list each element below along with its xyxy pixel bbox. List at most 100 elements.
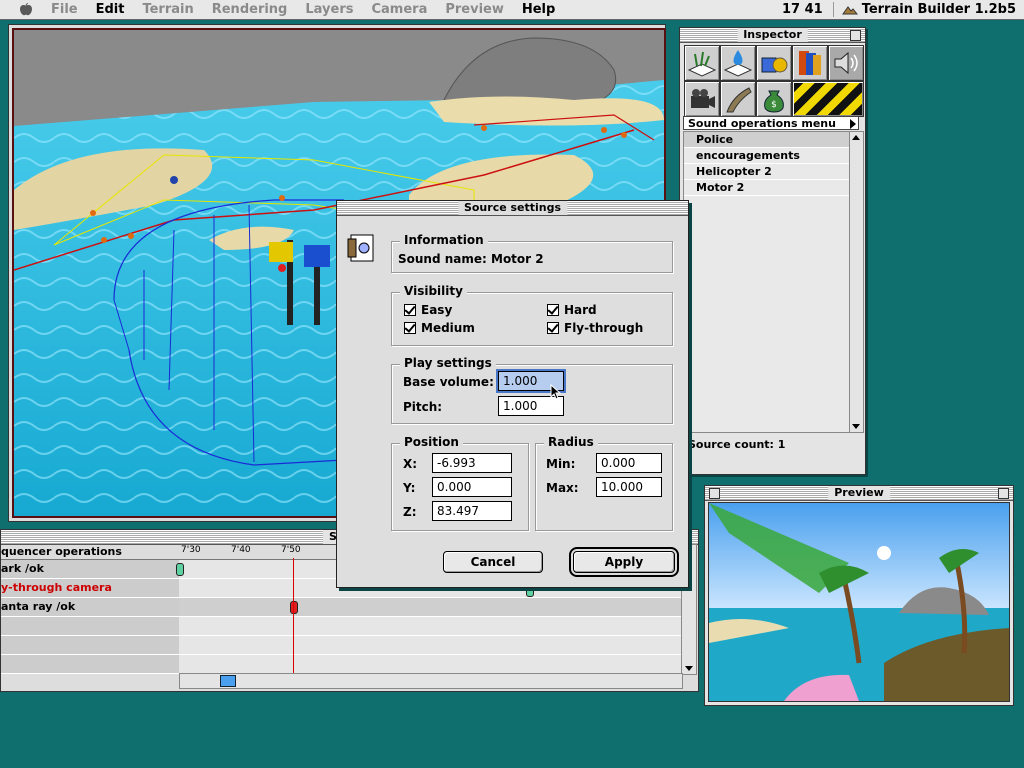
radius-max-input[interactable] xyxy=(596,477,662,497)
sequencer-horizontal-scrollbar[interactable] xyxy=(179,673,683,689)
menu-layers[interactable]: Layers xyxy=(296,2,362,17)
radius-min-input[interactable] xyxy=(596,453,662,473)
preview-zoom-box[interactable] xyxy=(998,488,1009,499)
sequencer-row-label: anta ray /ok xyxy=(1,598,179,616)
position-y-label: Y: xyxy=(403,481,416,495)
menu-file[interactable]: File xyxy=(42,2,87,17)
menu-camera[interactable]: Camera xyxy=(362,2,436,17)
radius-min-label: Min: xyxy=(546,457,576,471)
keyframe-marker[interactable] xyxy=(176,563,184,576)
menu-rendering[interactable]: Rendering xyxy=(203,2,297,17)
sequencer-row[interactable] xyxy=(1,617,681,636)
dialog-title: Source settings xyxy=(457,201,568,215)
sequencer-track[interactable] xyxy=(179,655,681,673)
sound-source-item[interactable]: Police xyxy=(684,132,849,148)
application-menu[interactable]: Terrain Builder 1.2b5 xyxy=(834,2,1024,17)
timeline-tick: 7'50 xyxy=(281,545,301,555)
preview-titlebar[interactable]: Preview xyxy=(705,486,1013,501)
timeline-tick: 7'30 xyxy=(181,545,201,555)
medium-checkbox[interactable]: Medium xyxy=(404,321,475,335)
sound-name-text: Sound name: Motor 2 xyxy=(398,252,544,266)
scroll-up-icon[interactable] xyxy=(852,135,860,140)
visibility-label: Visibility xyxy=(400,284,467,298)
sequencer-header: quencer operations xyxy=(1,544,179,560)
position-label: Position xyxy=(400,435,463,449)
source-settings-dialog: Source settings Information Sound name: … xyxy=(336,200,689,588)
position-group: Position X: Y: Z: xyxy=(391,435,529,531)
inspector-title: Inspector xyxy=(737,28,808,42)
sound-operations-menu[interactable]: Sound operations menu xyxy=(683,116,859,130)
playhead[interactable] xyxy=(293,558,294,686)
cancel-button[interactable]: Cancel xyxy=(443,551,543,573)
preview-close-box[interactable] xyxy=(709,488,720,499)
menu-terrain[interactable]: Terrain xyxy=(133,2,202,17)
easy-checkbox[interactable]: Easy xyxy=(404,303,452,317)
keyframe-marker[interactable] xyxy=(526,587,534,597)
sequencer-track[interactable] xyxy=(179,598,681,616)
menu-help[interactable]: Help xyxy=(513,2,564,17)
sequencer-row[interactable] xyxy=(1,655,681,674)
visibility-group: Visibility Easy Hard Medium Fly-through xyxy=(391,284,673,346)
hard-checkbox-label: Hard xyxy=(564,303,597,317)
sequencer-row[interactable] xyxy=(1,636,681,655)
position-y-input[interactable] xyxy=(432,477,512,497)
terrain-app-icon xyxy=(841,5,858,14)
position-x-input[interactable] xyxy=(432,453,512,473)
position-z-label: Z: xyxy=(403,505,417,519)
position-z-input[interactable] xyxy=(432,501,512,521)
sequencer-row-label: ark /ok xyxy=(1,560,179,578)
road-icon[interactable] xyxy=(720,81,756,117)
preview-scene xyxy=(709,503,1009,701)
preview-render[interactable] xyxy=(708,502,1010,702)
play-settings-label: Play settings xyxy=(400,356,496,370)
textures-icon[interactable] xyxy=(792,45,828,81)
scroll-down-icon[interactable] xyxy=(852,424,860,429)
menu-bar: File Edit Terrain Rendering Layers Camer… xyxy=(0,0,1024,20)
speaker-document-icon xyxy=(346,231,380,265)
inspector-titlebar[interactable]: Inspector xyxy=(680,28,865,43)
sequencer-row[interactable]: anta ray /ok xyxy=(1,598,681,617)
position-x-label: X: xyxy=(403,457,418,471)
menu-edit[interactable]: Edit xyxy=(87,2,134,17)
menu-clock[interactable]: 17 41 xyxy=(772,2,834,17)
sound-icon[interactable] xyxy=(828,45,864,81)
sequencer-track[interactable] xyxy=(179,636,681,654)
timeline-tick: 7'40 xyxy=(231,545,251,555)
water-drop-icon[interactable] xyxy=(720,45,756,81)
sound-operations-menu-label: Sound operations menu xyxy=(688,117,836,130)
sound-source-item[interactable]: Motor 2 xyxy=(684,180,849,196)
preview-window: Preview xyxy=(704,485,1014,706)
keyframe-marker[interactable] xyxy=(290,601,298,614)
dialog-titlebar[interactable]: Source settings xyxy=(337,201,688,216)
easy-checkbox-label: Easy xyxy=(421,303,453,317)
hard-checkbox[interactable]: Hard xyxy=(547,303,597,317)
sound-source-item[interactable]: Helicopter 2 xyxy=(684,164,849,180)
scroll-thumb[interactable] xyxy=(220,675,236,687)
scroll-down-icon[interactable] xyxy=(685,666,693,671)
menu-preview[interactable]: Preview xyxy=(436,2,513,17)
fly-through-checkbox[interactable]: Fly-through xyxy=(547,321,643,335)
plants-tile-icon[interactable] xyxy=(684,45,720,81)
checkmark-icon xyxy=(404,322,416,334)
inspector-window: Inspector $ Sound operations menu Police… xyxy=(679,27,866,475)
money-bag-icon[interactable]: $ xyxy=(756,81,792,117)
menu-arrow-icon xyxy=(850,119,856,129)
checkmark-icon xyxy=(404,304,416,316)
information-group: Information Sound name: Motor 2 xyxy=(391,233,673,273)
objects-icon[interactable] xyxy=(756,45,792,81)
sequencer-track[interactable] xyxy=(179,617,681,635)
sound-source-item[interactable]: encouragements xyxy=(684,148,849,164)
camera-icon[interactable] xyxy=(684,81,720,117)
apple-menu-icon[interactable] xyxy=(18,2,34,17)
sound-list-scrollbar[interactable] xyxy=(849,131,864,433)
hazard-stripes-icon[interactable] xyxy=(792,81,864,117)
sound-source-list: Police encouragements Helicopter 2 Motor… xyxy=(683,131,850,433)
inspector-zoom-box[interactable] xyxy=(850,30,861,41)
mouse-cursor-icon xyxy=(550,384,561,400)
sequencer-row-label xyxy=(1,655,179,673)
information-label: Information xyxy=(400,233,488,247)
sequencer-row-label: y-through camera xyxy=(1,579,179,597)
medium-checkbox-label: Medium xyxy=(421,321,475,335)
play-settings-group: Play settings Base volume: Pitch: xyxy=(391,356,673,424)
apply-button[interactable]: Apply xyxy=(569,547,679,577)
